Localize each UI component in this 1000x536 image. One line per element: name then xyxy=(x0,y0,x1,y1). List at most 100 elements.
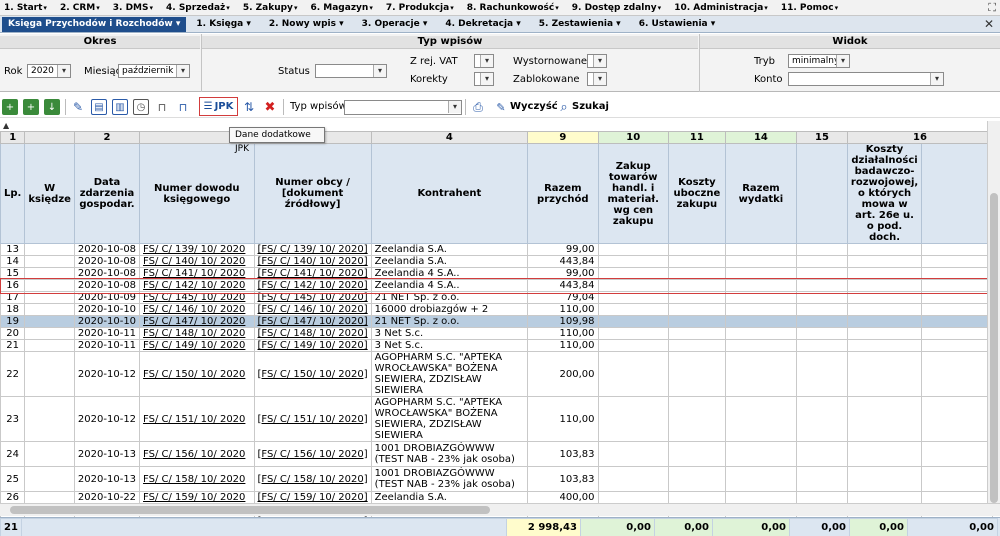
lock-icon[interactable]: ⊓ xyxy=(175,99,191,115)
table-row[interactable]: 15 2020-10-08 FS/ C/ 141/ 10/ 2020 [FS/ C/ … xyxy=(0,267,1000,280)
column-header[interactable]: Razem wydatki xyxy=(724,143,797,244)
document-number-link[interactable]: FS/ C/ 150/ 10/ 2020 xyxy=(139,351,255,397)
column-header[interactable]: Zakup towarów handl. i materiał. wg cen … xyxy=(597,143,669,244)
external-number-link[interactable]: [FS/ C/ 145/ 10/ 2020] xyxy=(253,291,372,304)
document-number-link[interactable]: FS/ C/ 149/ 10/ 2020 xyxy=(139,339,255,352)
document-number-link[interactable]: FS/ C/ 140/ 10/ 2020 xyxy=(139,255,255,268)
wystornowane-select[interactable]: ▾ xyxy=(587,54,607,68)
external-number-link[interactable]: [FS/ C/ 150/ 10/ 2020] xyxy=(253,351,372,397)
table-row[interactable]: 13 2020-10-08 FS/ C/ 139/ 10/ 2020 [FS/ C/ … xyxy=(0,243,1000,256)
menu-item[interactable]: 9. Dostęp zdalny▾ xyxy=(572,3,661,13)
document-number-link[interactable]: FS/ C/ 156/ 10/ 2020 xyxy=(139,441,255,467)
module-tab-kpir[interactable]: Księga Przychodów i Rozchodów ▾ xyxy=(2,16,187,32)
external-number-link[interactable]: [FS/ C/ 141/ 10/ 2020] xyxy=(253,267,372,280)
column-header[interactable]: W księdze xyxy=(24,143,75,244)
external-number-link[interactable]: [FS/ C/ 148/ 10/ 2020] xyxy=(253,327,372,340)
search-icon[interactable]: ⌕ xyxy=(556,99,572,115)
submenu-item[interactable]: 1. Księga ▾ xyxy=(196,19,251,29)
external-number-link[interactable]: [FS/ C/ 156/ 10/ 2020] xyxy=(253,441,372,467)
jpk-button[interactable]: ☰ JPK xyxy=(199,97,238,116)
submenu-item[interactable]: 5. Zestawienia ▾ xyxy=(539,19,621,29)
menu-item[interactable]: 3. DMS▾ xyxy=(113,3,153,13)
print-icon[interactable]: ⎙ xyxy=(470,99,486,115)
document-number-link[interactable]: FS/ C/ 147/ 10/ 2020 xyxy=(139,315,255,328)
menu-item[interactable]: 2. CRM▾ xyxy=(60,3,100,13)
zrej-vat-select[interactable]: ▾ xyxy=(474,54,494,68)
menu-item[interactable]: 7. Produkcja▾ xyxy=(386,3,454,13)
column-header[interactable]: Data zdarzenia gospodar. xyxy=(73,143,141,244)
menu-item[interactable]: 6. Magazyn▾ xyxy=(310,3,372,13)
vertical-scrollbar[interactable] xyxy=(987,121,1000,503)
table-row[interactable]: 20 2020-10-11 FS/ C/ 148/ 10/ 2020 [FS/ C/ … xyxy=(0,327,1000,340)
external-number-link[interactable]: [FS/ C/ 159/ 10/ 2020] xyxy=(253,491,372,504)
table-row[interactable]: 19 2020-10-10 FS/ C/ 147/ 10/ 2020 [FS/ C/ … xyxy=(0,315,1000,328)
table-row[interactable]: 22 2020-10-12 FS/ C/ 150/ 10/ 2020 [FS/ C/ … xyxy=(0,351,1000,397)
document-number-link[interactable]: FS/ C/ 151/ 10/ 2020 xyxy=(139,396,255,442)
delete-icon[interactable]: ✖ xyxy=(262,99,278,115)
search-button[interactable]: Szukaj xyxy=(572,101,609,112)
external-number-link[interactable]: [FS/ C/ 151/ 10/ 2020] xyxy=(253,396,372,442)
table-row[interactable]: 16 2020-10-08 FS/ C/ 142/ 10/ 2020 [FS/ C/ … xyxy=(0,279,1000,292)
table-row[interactable]: 23 2020-10-12 FS/ C/ 151/ 10/ 2020 [FS/ C/ … xyxy=(0,396,1000,442)
sort-icon[interactable]: ⇅ xyxy=(241,99,257,115)
external-number-link[interactable]: [FS/ C/ 140/ 10/ 2020] xyxy=(253,255,372,268)
maximize-icon[interactable]: ⛶ xyxy=(988,1,996,15)
document-number-link[interactable]: FS/ C/ 146/ 10/ 2020 xyxy=(139,303,255,316)
clear-icon[interactable]: ✎ xyxy=(493,99,509,115)
clear-button[interactable]: Wyczyść xyxy=(510,101,558,112)
korekty-select[interactable]: ▾ xyxy=(474,72,494,86)
table-row[interactable]: 24 2020-10-13 FS/ C/ 156/ 10/ 2020 [FS/ C/ … xyxy=(0,441,1000,467)
document-number-link[interactable]: FS/ C/ 142/ 10/ 2020 xyxy=(139,279,255,292)
zablokowane-select[interactable]: ▾ xyxy=(587,72,607,86)
history-icon[interactable]: ◷ xyxy=(133,99,149,115)
document-number-link[interactable]: FS/ C/ 141/ 10/ 2020 xyxy=(139,267,255,280)
unlock-icon[interactable]: ⊓ xyxy=(154,99,170,115)
status-select[interactable]: ▾ xyxy=(315,64,387,78)
column-header[interactable]: Numer dowodu księgowego xyxy=(139,143,255,244)
document-number-link[interactable]: FS/ C/ 139/ 10/ 2020 xyxy=(139,243,255,256)
miesiac-select[interactable]: październik ▾ xyxy=(118,64,190,78)
column-header[interactable]: Razem przychód xyxy=(527,143,599,244)
submenu-item[interactable]: 2. Nowy wpis ▾ xyxy=(269,19,344,29)
columns-icon[interactable]: ▥ xyxy=(112,99,128,115)
column-header[interactable]: Kontrahent xyxy=(370,143,529,244)
rok-select[interactable]: 2020 ▾ xyxy=(27,64,71,78)
add-copy-icon[interactable]: + xyxy=(23,99,39,115)
external-number-link[interactable]: [FS/ C/ 147/ 10/ 2020] xyxy=(253,315,372,328)
table-row[interactable]: 21 2020-10-11 FS/ C/ 149/ 10/ 2020 [FS/ C/ … xyxy=(0,339,1000,352)
external-number-link[interactable]: [FS/ C/ 149/ 10/ 2020] xyxy=(253,339,372,352)
column-header[interactable] xyxy=(795,143,848,244)
table-row[interactable]: 17 2020-10-09 FS/ C/ 145/ 10/ 2020 [FS/ C/ … xyxy=(0,291,1000,304)
add-entry-icon[interactable]: + xyxy=(2,99,18,115)
table-row[interactable]: 18 2020-10-10 FS/ C/ 146/ 10/ 2020 [FS/ C/ … xyxy=(0,303,1000,316)
document-number-link[interactable]: FS/ C/ 145/ 10/ 2020 xyxy=(139,291,255,304)
document-number-link[interactable]: FS/ C/ 159/ 10/ 2020 xyxy=(139,491,255,504)
import-icon[interactable]: ↓ xyxy=(44,99,60,115)
external-number-link[interactable]: [FS/ C/ 158/ 10/ 2020] xyxy=(253,466,372,492)
horizontal-scrollbar[interactable] xyxy=(0,503,1000,516)
column-header[interactable]: Numer obcy / [dokument źródłowy] xyxy=(253,143,372,244)
konto-select[interactable]: ▾ xyxy=(788,72,944,86)
typ-wpisow-select[interactable]: ▾ xyxy=(344,100,462,115)
menu-item[interactable]: 10. Administracja▾ xyxy=(674,3,768,13)
column-header[interactable]: Koszty uboczne zakupu xyxy=(667,143,726,244)
menu-item[interactable]: 11. Pomoc▾ xyxy=(781,3,838,13)
table-row[interactable]: 25 2020-10-13 FS/ C/ 158/ 10/ 2020 [FS/ C/ … xyxy=(0,466,1000,492)
document-number-link[interactable]: FS/ C/ 158/ 10/ 2020 xyxy=(139,466,255,492)
external-number-link[interactable]: [FS/ C/ 146/ 10/ 2020] xyxy=(253,303,372,316)
menu-item[interactable]: 8. Rachunkowość▾ xyxy=(467,3,559,13)
document-number-link[interactable]: FS/ C/ 148/ 10/ 2020 xyxy=(139,327,255,340)
edit-pencil-icon[interactable]: ✎ xyxy=(70,99,86,115)
table-row[interactable]: 14 2020-10-08 FS/ C/ 140/ 10/ 2020 [FS/ C/ … xyxy=(0,255,1000,268)
external-number-link[interactable]: [FS/ C/ 142/ 10/ 2020] xyxy=(253,279,372,292)
external-number-link[interactable]: [FS/ C/ 139/ 10/ 2020] xyxy=(253,243,372,256)
table-row[interactable]: 26 2020-10-22 FS/ C/ 159/ 10/ 2020 [FS/ C/ … xyxy=(0,491,1000,504)
preview-document-icon[interactable]: ▤ xyxy=(91,99,107,115)
close-icon[interactable]: ✕ xyxy=(984,17,994,31)
submenu-item[interactable]: 4. Dekretacja ▾ xyxy=(445,19,520,29)
column-header[interactable] xyxy=(921,143,993,244)
sort-up-icon[interactable]: ▲ xyxy=(3,121,9,130)
column-header[interactable]: Koszty działalności badawczo-rozwojowej,… xyxy=(846,143,923,244)
submenu-item[interactable]: 6. Ustawienia ▾ xyxy=(639,19,716,29)
menu-item[interactable]: 1. Start▾ xyxy=(4,3,47,13)
